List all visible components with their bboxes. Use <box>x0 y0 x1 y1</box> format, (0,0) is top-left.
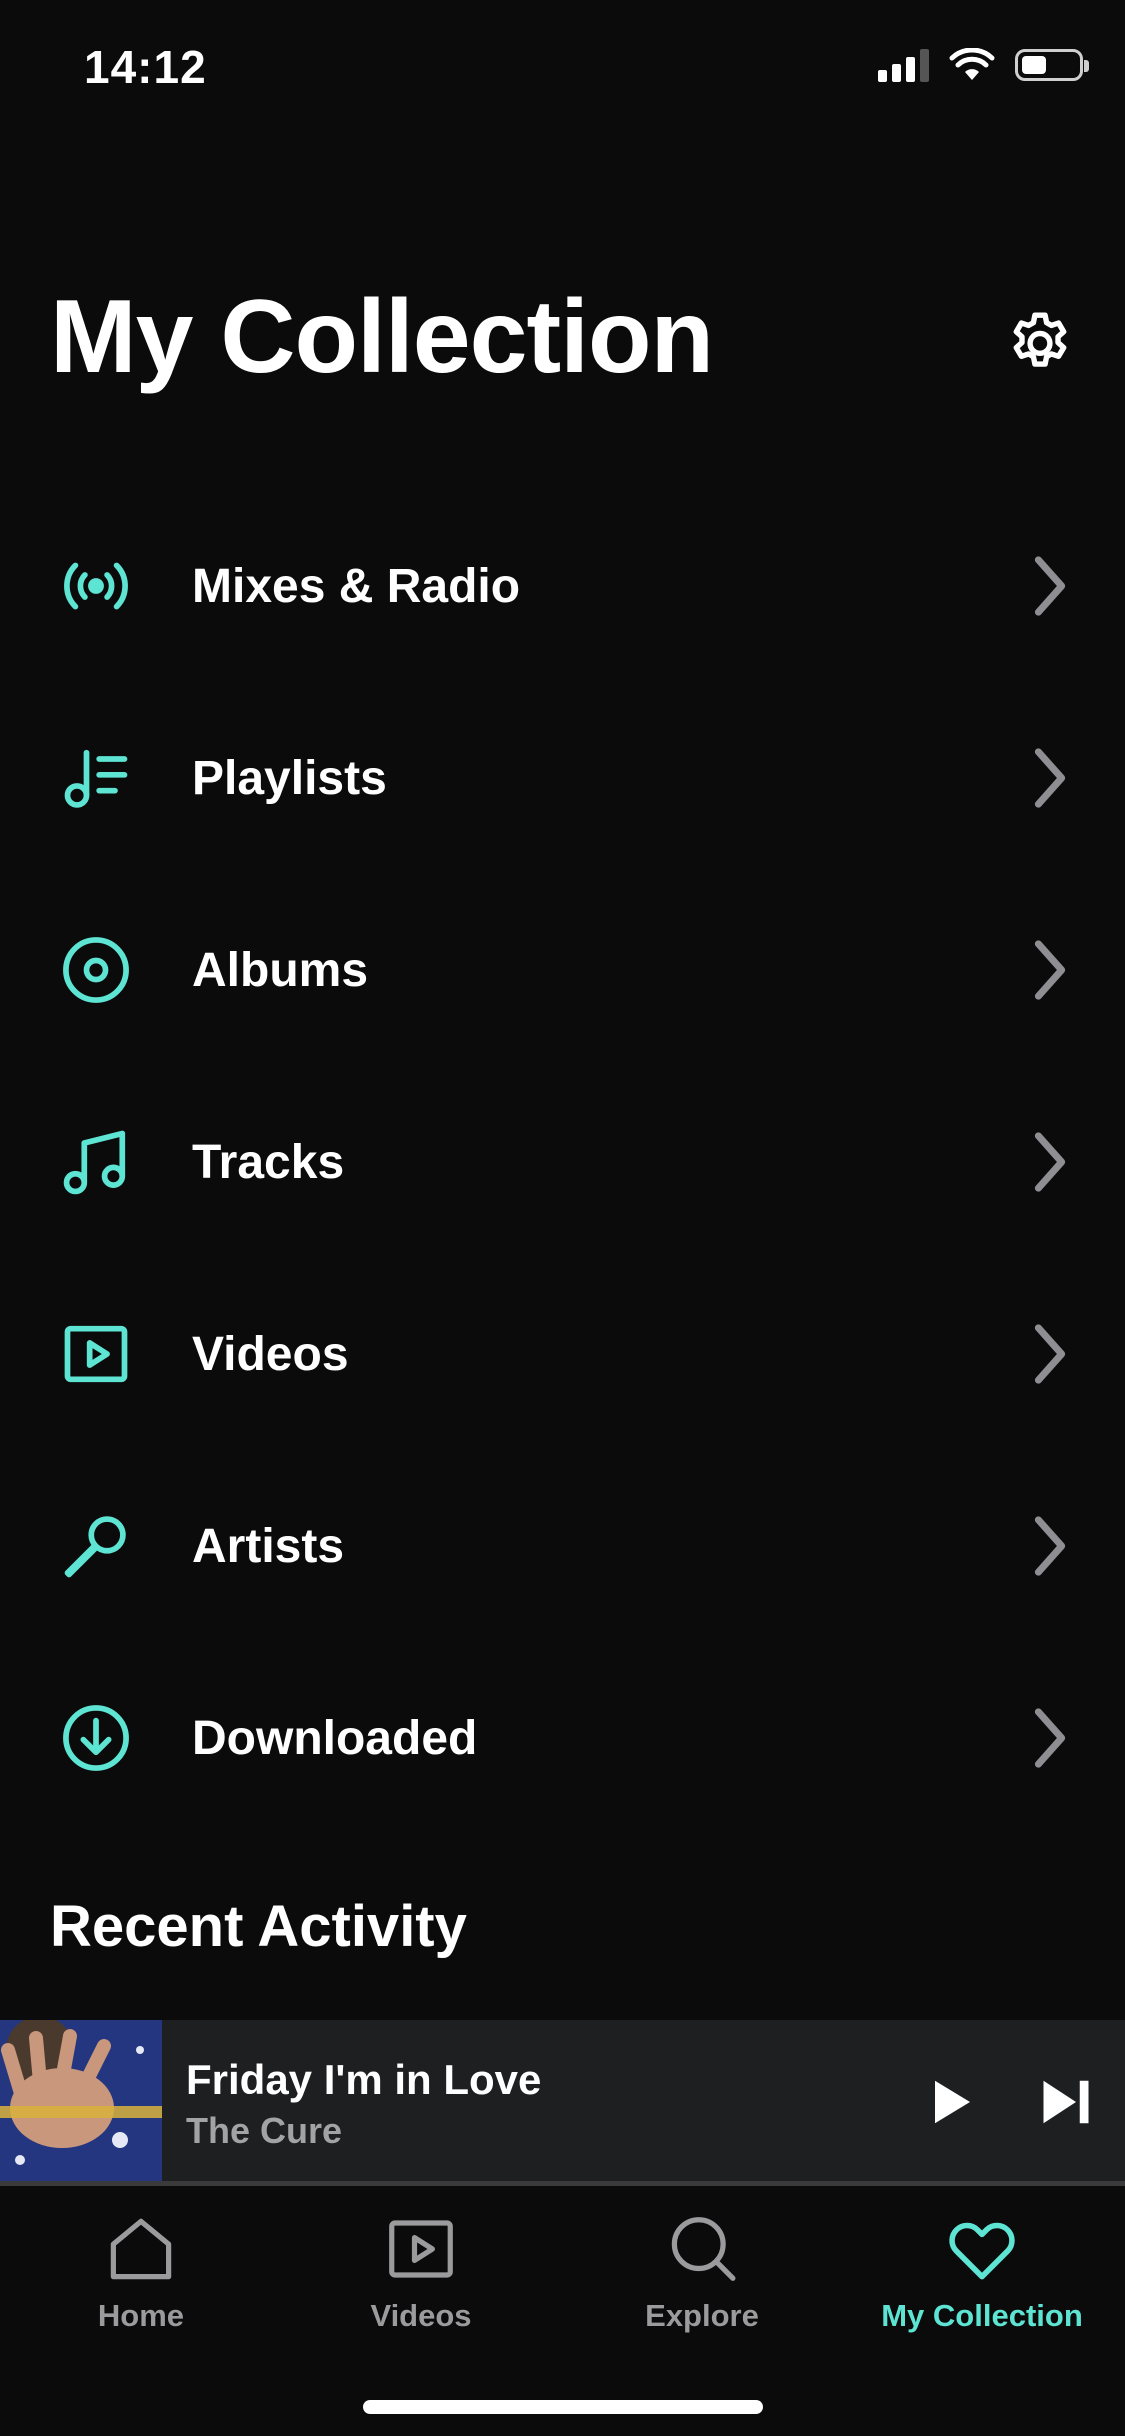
menu-item-artists[interactable]: Artists <box>0 1450 1125 1642</box>
home-indicator <box>363 2400 763 2414</box>
battery-icon <box>1015 49 1089 81</box>
heart-icon <box>949 2222 1015 2280</box>
menu-item-label: Tracks <box>192 1135 345 1189</box>
tab-bar: Home Videos Explore My Collection <box>0 2186 1125 2436</box>
menu-item-videos[interactable]: Videos <box>0 1258 1125 1450</box>
menu-item-tracks[interactable]: Tracks <box>0 1066 1125 1258</box>
album-disc-icon <box>58 932 134 1008</box>
now-playing-artist: The Cure <box>186 2110 343 2151</box>
chevron-right-icon <box>1034 1324 1066 1384</box>
menu-item-albums[interactable]: Albums <box>0 874 1125 1066</box>
wifi-icon <box>949 48 995 80</box>
chevron-right-icon <box>1034 1516 1066 1576</box>
status-bar: 14:12 <box>0 0 1125 140</box>
chevron-right-icon <box>1034 1132 1066 1192</box>
video-play-icon <box>58 1316 134 1392</box>
download-icon <box>58 1700 134 1776</box>
chevron-right-icon <box>1034 556 1066 616</box>
radio-broadcast-icon <box>58 548 134 624</box>
home-icon <box>110 2218 172 2280</box>
tab-label: Explore <box>645 2298 759 2333</box>
status-time: 14:12 <box>84 41 207 93</box>
chevron-right-icon <box>1034 748 1066 808</box>
menu-item-playlists[interactable]: Playlists <box>0 682 1125 874</box>
chevron-right-icon <box>1034 940 1066 1000</box>
collection-menu: Mixes & Radio Playlists Albums Tracks Vi… <box>0 490 1125 1834</box>
cellular-signal-icon <box>878 48 929 82</box>
tab-videos[interactable]: Videos <box>301 2210 541 2334</box>
menu-item-label: Videos <box>192 1327 349 1381</box>
menu-item-label: Playlists <box>192 751 387 805</box>
menu-item-label: Mixes & Radio <box>192 559 521 613</box>
chevron-right-icon <box>1034 1708 1066 1768</box>
playlist-icon <box>58 740 134 816</box>
mini-player[interactable]: Friday I'm in Love The Cure <box>0 2020 1125 2184</box>
tab-label: My Collection <box>881 2298 1083 2333</box>
tab-label: Home <box>97 2298 185 2333</box>
microphone-icon <box>58 1508 134 1584</box>
menu-item-label: Artists <box>192 1519 345 1573</box>
tab-my-collection[interactable]: My Collection <box>862 2210 1102 2334</box>
menu-item-downloaded[interactable]: Downloaded <box>0 1642 1125 1834</box>
album-art[interactable] <box>0 2020 162 2184</box>
menu-item-mixes-radio[interactable]: Mixes & Radio <box>0 490 1125 682</box>
page-title: My Collection <box>50 279 714 395</box>
search-icon <box>671 2217 736 2281</box>
tab-label: Videos <box>370 2298 472 2333</box>
settings-gear-icon[interactable] <box>1004 305 1076 377</box>
play-button[interactable] <box>920 2072 980 2132</box>
now-playing-title: Friday I'm in Love <box>186 2056 542 2103</box>
tab-explore[interactable]: Explore <box>582 2210 822 2334</box>
tab-home[interactable]: Home <box>21 2210 261 2334</box>
menu-item-label: Albums <box>192 943 369 997</box>
menu-item-label: Downloaded <box>192 1711 478 1765</box>
music-note-icon <box>58 1124 134 1200</box>
skip-next-button[interactable] <box>1036 2072 1096 2132</box>
recent-activity-heading: Recent Activity <box>50 1894 467 1959</box>
status-icons <box>878 48 1089 82</box>
video-icon <box>389 2220 453 2278</box>
